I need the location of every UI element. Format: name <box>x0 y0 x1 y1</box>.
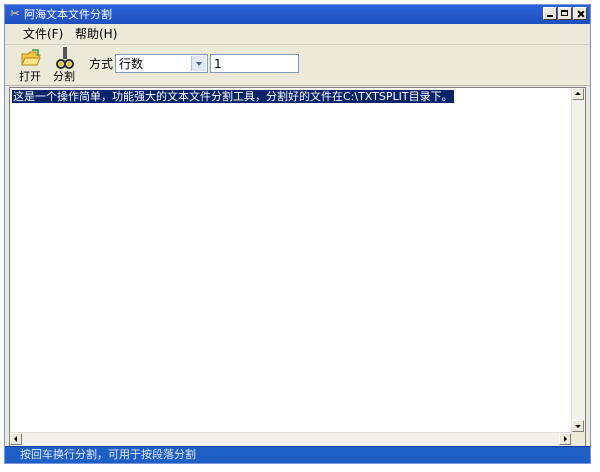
window-controls <box>543 7 587 20</box>
chevron-down-icon[interactable] <box>191 56 206 71</box>
vertical-scrollbar[interactable] <box>571 88 585 432</box>
app-window: ✂ 阿海文本文件分割 文件(F) 帮助(H) 打开 分割 方式 行数 1 这是一… <box>4 4 591 464</box>
close-button[interactable] <box>573 7 587 20</box>
split-button-label: 分割 <box>53 70 75 83</box>
scroll-left-button[interactable] <box>10 433 22 445</box>
scrollbar-corner <box>571 432 585 446</box>
scissors-tool-icon <box>56 47 74 69</box>
scissors-icon: ✂ <box>10 7 20 20</box>
scroll-up-button[interactable] <box>572 88 584 100</box>
scroll-down-button[interactable] <box>572 420 584 432</box>
menu-bar: 文件(F) 帮助(H) <box>5 24 590 45</box>
status-bar: 按回车换行分割，可用于按段落分割 <box>5 446 590 463</box>
editor-selected-text: 这是一个操作简单，功能强大的文本文件分割工具，分割好的文件在C:\TXTSPLI… <box>12 90 454 103</box>
text-editor[interactable]: 这是一个操作简单，功能强大的文本文件分割工具，分割好的文件在C:\TXTSPLI… <box>9 87 586 447</box>
title-bar[interactable]: ✂ 阿海文本文件分割 <box>5 5 590 24</box>
menu-file[interactable]: 文件(F) <box>23 27 63 41</box>
mode-label: 方式 <box>89 57 114 71</box>
count-input[interactable]: 1 <box>210 54 299 73</box>
horizontal-scrollbar[interactable] <box>10 432 571 446</box>
open-button-label: 打开 <box>19 70 41 83</box>
status-text: 按回车换行分割，可用于按段落分割 <box>20 448 196 461</box>
toolbar: 打开 分割 方式 行数 1 <box>5 45 590 86</box>
split-button[interactable]: 分割 <box>49 46 79 84</box>
maximize-button[interactable] <box>558 7 572 20</box>
folder-open-icon <box>21 49 41 66</box>
open-button[interactable]: 打开 <box>15 46 45 84</box>
menu-help[interactable]: 帮助(H) <box>75 27 117 41</box>
window-title: 阿海文本文件分割 <box>24 8 112 21</box>
mode-select[interactable]: 行数 <box>115 54 208 73</box>
minimize-button[interactable] <box>543 7 557 20</box>
scroll-right-button[interactable] <box>559 433 571 445</box>
mode-select-value: 行数 <box>119 57 144 71</box>
